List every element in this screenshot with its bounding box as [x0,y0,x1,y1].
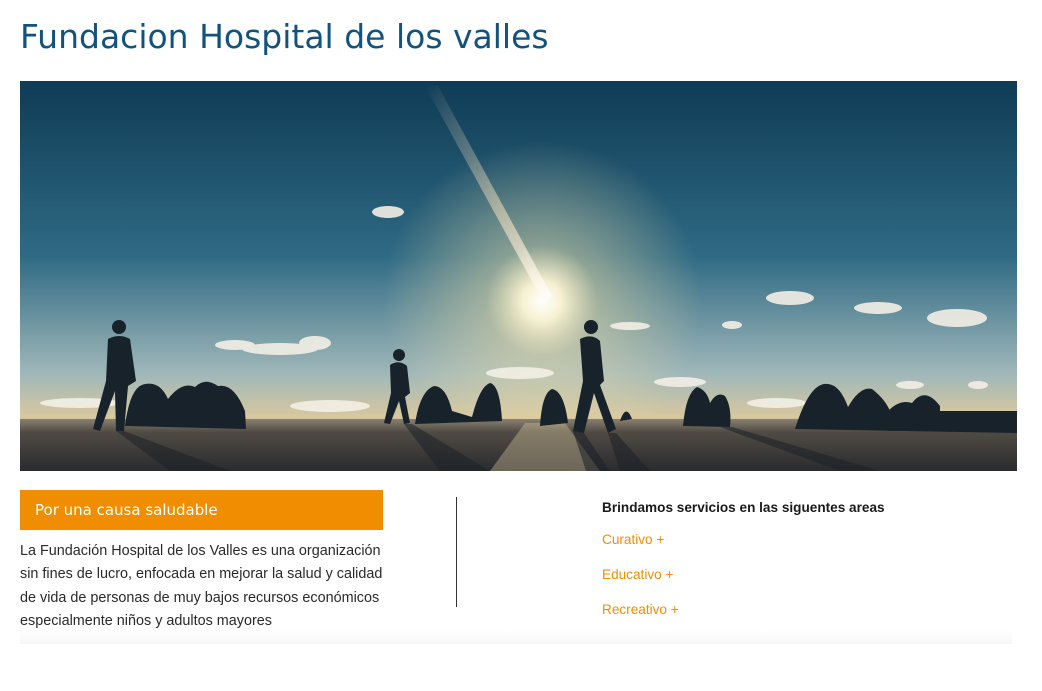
about-section: Por una causa saludable La Fundación Hos… [20,490,383,634]
services-title: Brindamos servicios en las siguentes are… [602,500,885,515]
about-text-line: de vida de personas de muy bajos recurso… [20,589,380,606]
about-header: Por una causa saludable [20,490,383,530]
section-bottom-shadow [20,630,1012,644]
service-item-educativo[interactable]: Educativo + [602,566,1002,601]
hero-image [20,81,1017,471]
page-title: Fundacion Hospital de los valles [20,17,549,56]
about-text: La Fundación Hospital de los Valles es u… [20,540,383,634]
about-text-line: especialmente niños y adultos mayores [20,613,272,630]
vertical-divider [456,497,457,607]
about-text-line: sin fines de lucro, enfocada en mejorar … [20,566,383,583]
services-section: Brindamos servicios en las siguentes are… [602,500,1002,636]
about-text-line: La Fundación Hospital de los Valles es u… [20,543,381,559]
service-item-curativo[interactable]: Curativo + [602,531,1002,566]
